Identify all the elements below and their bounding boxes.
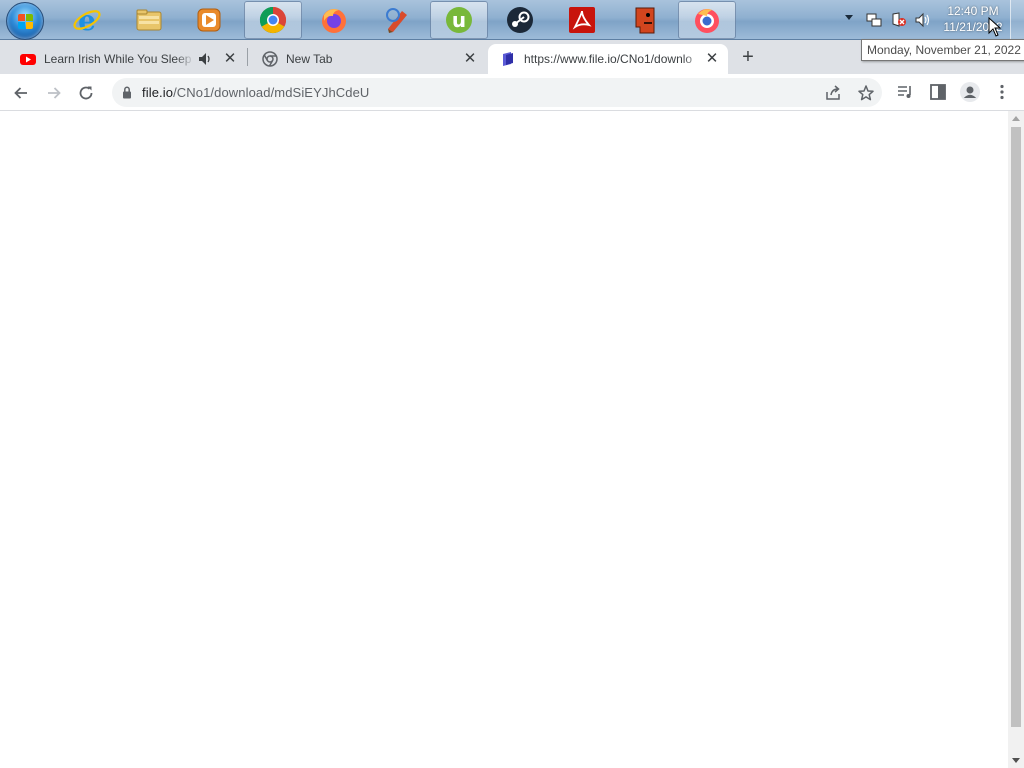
vertical-scrollbar[interactable] (1008, 111, 1024, 768)
taskbar-chrome-button[interactable] (244, 1, 302, 39)
reload-button[interactable] (74, 81, 98, 105)
tab-title: https://www.file.io/CNo1/downlo (524, 52, 693, 66)
windows-taskbar: e u 12:40 PM 11/21/2022 (0, 0, 1024, 40)
tab-separator (247, 48, 248, 66)
url-host: file.io (142, 85, 174, 100)
taskbar-steam-button[interactable] (491, 1, 549, 39)
firefox-icon (322, 9, 346, 33)
red-head-icon (635, 7, 655, 34)
arrow-left-icon (14, 87, 27, 99)
start-button[interactable] (6, 2, 44, 40)
action-center-icon[interactable] (891, 12, 907, 28)
page-content (0, 111, 1008, 768)
taskbar-ie-button[interactable]: e (58, 1, 116, 39)
firefox-nightly-icon (695, 9, 719, 33)
taskbar-explorer-button[interactable] (120, 1, 178, 39)
tab-youtube[interactable]: Learn Irish While You Sleep F ✕ (8, 44, 246, 74)
reload-icon (79, 86, 93, 100)
url-text[interactable]: file.io/CNo1/download/mdSiEYJhCdeU (142, 85, 369, 100)
tab-file-io[interactable]: https://www.file.io/CNo1/downlo ✕ (488, 44, 728, 74)
media-control-icon[interactable] (896, 83, 914, 101)
svg-text:e: e (78, 5, 96, 35)
taskbar-media-player-button[interactable] (180, 1, 238, 39)
utorrent-icon: u (446, 7, 472, 33)
clock-tooltip: Monday, November 21, 2022 (861, 39, 1024, 61)
tab-close-button[interactable]: ✕ (462, 51, 478, 67)
url-path: /CNo1/download/mdSiEYJhCdeU (173, 85, 370, 100)
tab-close-button[interactable]: ✕ (222, 51, 238, 67)
taskbar-firefox-button[interactable] (305, 1, 363, 39)
volume-icon[interactable] (914, 12, 930, 28)
profile-avatar-icon[interactable] (960, 82, 980, 102)
file-io-icon (503, 52, 513, 66)
address-bar[interactable]: file.io/CNo1/download/mdSiEYJhCdeU (112, 78, 882, 107)
adobe-reader-icon (569, 7, 595, 33)
taskbar-adobe-reader-button[interactable] (553, 1, 611, 39)
scroll-down-arrow-icon[interactable] (1012, 758, 1020, 763)
show-desktop-button[interactable] (1010, 0, 1024, 40)
windows-logo-icon (18, 14, 34, 30)
back-button[interactable] (9, 81, 33, 105)
mouse-cursor-icon (988, 17, 1002, 37)
bookmark-star-icon[interactable] (857, 84, 875, 102)
chrome-icon (259, 6, 287, 34)
new-tab-button[interactable]: + (737, 46, 759, 68)
scroll-up-arrow-icon[interactable] (1012, 116, 1020, 121)
tab-audio-playing-icon[interactable] (198, 52, 212, 66)
tab-title: Learn Irish While You Sleep F (44, 52, 194, 66)
chrome-icon (262, 51, 278, 67)
taskbar-ccleaner-button[interactable] (368, 1, 426, 39)
steam-icon (507, 7, 533, 33)
svg-text:u: u (452, 8, 466, 32)
ccleaner-icon (386, 8, 407, 33)
ie-icon: e (73, 5, 101, 35)
media-player-icon (197, 8, 221, 32)
tab-close-button[interactable]: ✕ (704, 51, 720, 67)
tray-overflow-arrow-icon[interactable] (845, 15, 853, 20)
share-icon[interactable] (824, 84, 842, 102)
side-panel-icon[interactable] (929, 83, 947, 101)
tab-new-tab[interactable]: New Tab ✕ (250, 44, 486, 74)
scrollbar-thumb[interactable] (1011, 127, 1021, 727)
taskbar-firefox-nightly-button[interactable] (678, 1, 736, 39)
network-icon[interactable] (866, 12, 882, 28)
taskbar-utorrent-button[interactable]: u (430, 1, 488, 39)
folder-icon (136, 9, 162, 31)
taskbar-red-head-button[interactable] (616, 1, 674, 39)
tab-title: New Tab (286, 52, 333, 66)
forward-button[interactable] (42, 81, 66, 105)
lock-icon[interactable] (122, 86, 132, 99)
browser-toolbar: file.io/CNo1/download/mdSiEYJhCdeU (0, 74, 1024, 111)
arrow-right-icon (48, 87, 61, 99)
kebab-menu-icon[interactable] (993, 83, 1011, 101)
youtube-icon (20, 54, 36, 65)
